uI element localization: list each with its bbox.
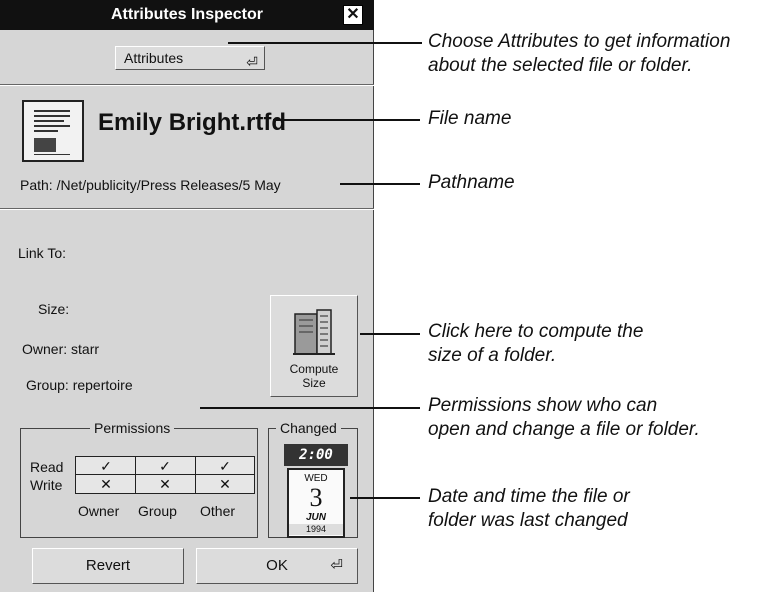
callout-line-compute (360, 333, 420, 335)
write-row-label: Write (30, 477, 63, 493)
revert-button[interactable]: Revert (32, 548, 184, 584)
callout-line-attributes (228, 42, 422, 44)
rtfd-document-icon (22, 100, 84, 162)
compute-size-button[interactable]: Compute Size (270, 295, 358, 397)
group-label: Group: repertoire (26, 377, 133, 393)
callout-pathname: Pathname (428, 172, 515, 193)
return-key-icon: ⏎ (330, 557, 343, 574)
compute-size-icon (293, 309, 335, 355)
changed-day: 3 (309, 483, 323, 512)
close-button[interactable]: ✕ (343, 5, 363, 25)
read-row-label: Read (30, 459, 64, 475)
owner-column-label: Owner (78, 503, 120, 519)
file-name: Emily Bright.rtfd (98, 109, 287, 136)
file-path: Path: /Net/publicity/Press Releases/5 Ma… (20, 177, 281, 193)
inspector-mode-popup[interactable]: Attributes ⏎ (115, 46, 265, 70)
ok-button-label: OK (266, 557, 288, 574)
calendar-icon: WED 3 JUN 1994 (287, 468, 345, 538)
callout-attributes: Choose Attributes to get information abou… (428, 31, 731, 76)
attributes-inspector-window: Attributes Inspector ✕ Attributes ⏎ Emil… (0, 0, 374, 592)
close-icon: ✕ (346, 6, 360, 23)
title-bar[interactable]: Attributes Inspector ✕ (0, 0, 374, 30)
owner-read-checkbox[interactable]: ✓ (78, 458, 134, 474)
group-read-checkbox[interactable]: ✓ (137, 458, 193, 474)
separator (0, 84, 374, 86)
owner-label: Owner: starr (22, 341, 100, 357)
size-label: Size: (38, 301, 70, 317)
changed-month: JUN (305, 512, 326, 523)
window-title: Attributes Inspector (110, 6, 263, 23)
callout-line-changed (350, 497, 420, 499)
callout-compute: Click here to compute the size of a folde… (428, 321, 644, 366)
permissions-grid: ✓ ✓ ✓ ✕ ✕ ✕ (75, 456, 255, 494)
changed-title: Changed (276, 420, 341, 436)
other-column-label: Other (200, 503, 236, 519)
callout-line-file-name (273, 119, 420, 121)
other-read-checkbox[interactable]: ✓ (197, 458, 253, 474)
group-write-checkbox[interactable]: ✕ (137, 476, 193, 492)
changed-year: 1994 (289, 524, 343, 535)
callout-line-permissions (200, 407, 420, 409)
callout-line-pathname (340, 183, 420, 185)
popup-selected-label: Attributes (124, 50, 184, 66)
permissions-title: Permissions (90, 420, 175, 436)
link-to-label: Link To: (18, 245, 66, 261)
changed-time-display: 2:00 (284, 444, 348, 466)
other-write-checkbox[interactable]: ✕ (197, 476, 253, 492)
group-column-label: Group (138, 503, 177, 519)
separator (0, 208, 374, 210)
compute-size-label: Compute Size (289, 362, 339, 390)
popup-arrow-icon: ⏎ (246, 54, 258, 70)
callout-changed: Date and time the file or folder was last… (428, 486, 630, 531)
callout-permissions: Permissions show who can open and change … (428, 395, 700, 440)
ok-button[interactable]: OK ⏎ (196, 548, 358, 584)
owner-write-checkbox[interactable]: ✕ (78, 476, 134, 492)
callout-file-name: File name (428, 108, 512, 129)
